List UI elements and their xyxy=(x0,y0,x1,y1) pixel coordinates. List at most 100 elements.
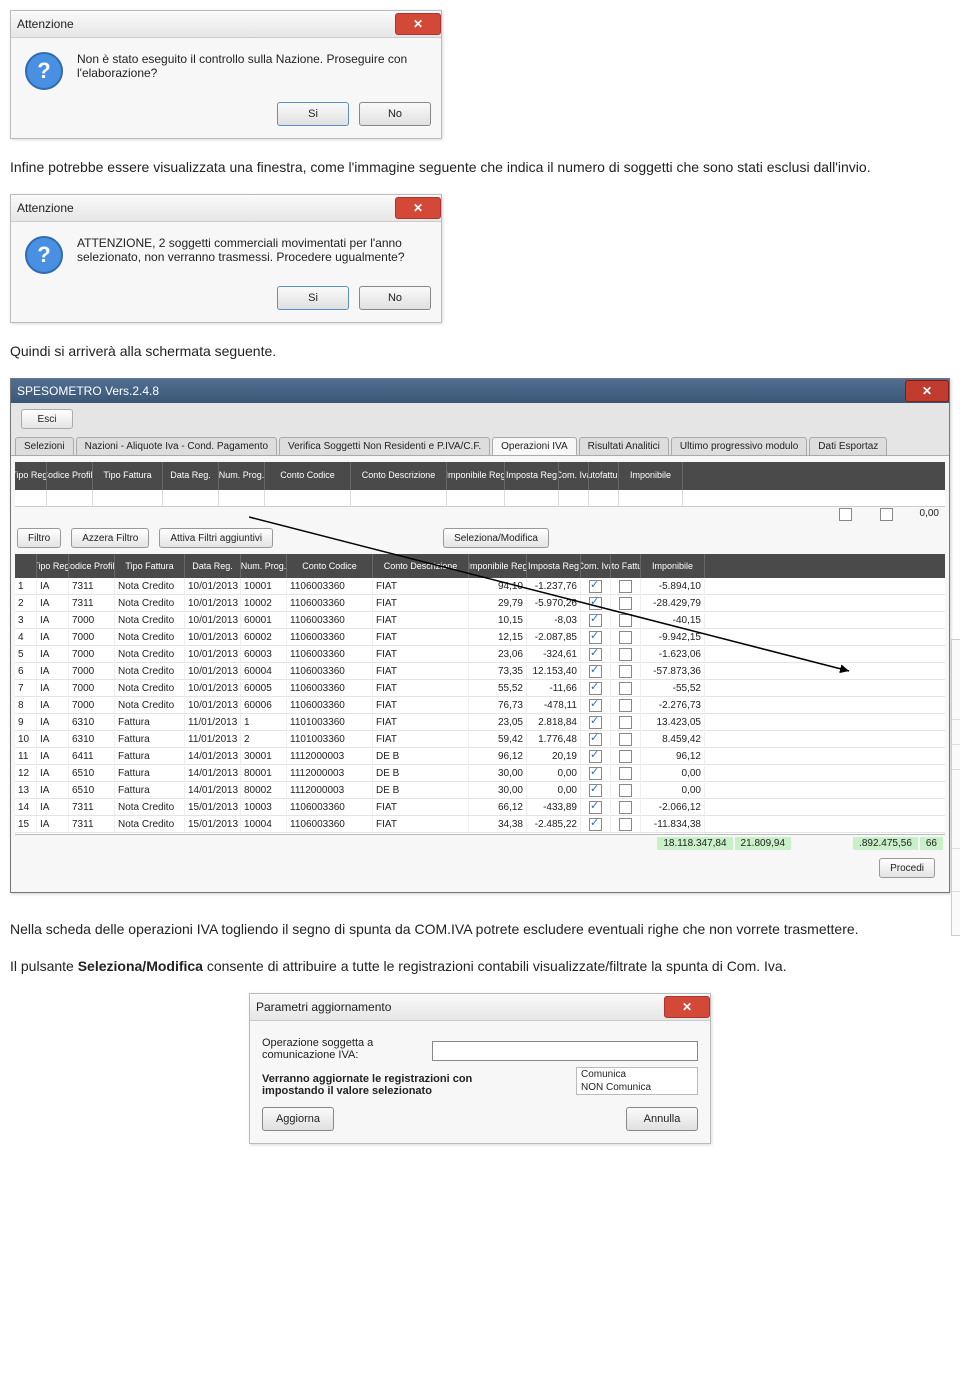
filter-cell[interactable] xyxy=(589,490,619,506)
col-header[interactable]: Conto Codice xyxy=(265,462,351,490)
autofattura-checkbox[interactable] xyxy=(619,597,632,610)
col-header[interactable]: Imponibile Reg xyxy=(469,554,527,578)
close-icon[interactable]: ✕ xyxy=(395,13,441,35)
table-row[interactable]: 2IA7311Nota Credito10/01/201310002110600… xyxy=(15,595,945,612)
ctx-esporta-in-formato-testo[interactable]: Esporta in Formato Testo xyxy=(952,809,960,827)
autofattura-checkbox[interactable] xyxy=(619,733,632,746)
col-header[interactable]: Tipo Reg. xyxy=(37,554,69,578)
col-header[interactable]: Conto Descrizione xyxy=(373,554,469,578)
col-header[interactable]: Tipo Fattura xyxy=(115,554,185,578)
com-iva-checkbox[interactable] xyxy=(589,682,602,695)
col-header[interactable]: Conto Codice xyxy=(287,554,373,578)
com-iva-checkbox[interactable] xyxy=(589,801,602,814)
filter-cell[interactable] xyxy=(447,490,505,506)
filter-cell[interactable] xyxy=(559,490,589,506)
table-row[interactable]: 10IA6310Fattura11/01/201321101003360FIAT… xyxy=(15,731,945,748)
autofattura-checkbox[interactable] xyxy=(619,801,632,814)
table-row[interactable]: 4IA7000Nota Credito10/01/201360002110600… xyxy=(15,629,945,646)
aggiorna-button[interactable]: Aggiorna xyxy=(262,1107,334,1131)
azzera-filtro-button[interactable]: Azzera Filtro xyxy=(71,528,149,548)
table-row[interactable]: 6IA7000Nota Credito10/01/201360004110600… xyxy=(15,663,945,680)
filter-cell[interactable] xyxy=(265,490,351,506)
table-row[interactable]: 15IA7311Nota Credito15/01/20131000411060… xyxy=(15,816,945,833)
com-iva-checkbox[interactable] xyxy=(589,648,602,661)
col-header[interactable]: Imponibile xyxy=(641,554,705,578)
com-iva-checkbox[interactable] xyxy=(589,784,602,797)
col-header[interactable]: Autofattura xyxy=(589,462,619,490)
com-iva-checkbox[interactable] xyxy=(589,699,602,712)
com-iva-checkbox[interactable] xyxy=(589,750,602,763)
col-header[interactable]: Auto Fattura xyxy=(611,554,641,578)
col-header[interactable]: Com. Iva xyxy=(559,462,589,490)
opt-non-comunica[interactable]: NON Comunica xyxy=(577,1081,697,1094)
com-iva-checkbox[interactable] xyxy=(589,614,602,627)
table-row[interactable]: 14IA7311Nota Credito15/01/20131000311060… xyxy=(15,799,945,816)
ctx-abilita-filtri[interactable]: Abilita Filtri xyxy=(952,748,960,766)
tab-risultati-analitici[interactable]: Risultati Analitici xyxy=(579,437,669,455)
filter-cell[interactable] xyxy=(619,490,683,506)
filter-cell[interactable] xyxy=(163,490,219,506)
table-row[interactable]: 3IA7000Nota Credito10/01/201360001110600… xyxy=(15,612,945,629)
filtro-button[interactable]: Filtro xyxy=(17,528,61,548)
tab-operazioni-iva[interactable]: Operazioni IVA xyxy=(492,437,577,455)
table-row[interactable]: 11IA6411Fattura14/01/2013300011112000003… xyxy=(15,748,945,765)
col-header[interactable]: Num. Prog. xyxy=(219,462,265,490)
col-header[interactable]: Data Reg. xyxy=(163,462,219,490)
tab-ultimo-progressivo-m[interactable]: Ultimo progressivo modulo xyxy=(671,437,807,455)
col-header[interactable]: Imposta Reg xyxy=(527,554,581,578)
opt-comunica[interactable]: Comunica xyxy=(577,1068,697,1081)
com-iva-checkbox[interactable] xyxy=(589,716,602,729)
ctx-stampa[interactable]: Stampa xyxy=(952,852,960,870)
ctx-seleziona-tutto[interactable]: Seleziona Tutto xyxy=(952,723,960,741)
col-header[interactable]: Imposta Reg xyxy=(505,462,559,490)
table-row[interactable]: 7IA7000Nota Credito10/01/201360005110600… xyxy=(15,680,945,697)
com-iva-checkbox[interactable] xyxy=(589,665,602,678)
si-button[interactable]: Si xyxy=(277,102,349,126)
table-row[interactable]: 8IA7000Nota Credito10/01/201360006110600… xyxy=(15,697,945,714)
col-header[interactable] xyxy=(15,554,37,578)
com-iva-checkbox[interactable] xyxy=(589,631,602,644)
autofattura-checkbox[interactable] xyxy=(619,631,632,644)
col-header[interactable]: Codice Profilo xyxy=(69,554,115,578)
close-icon[interactable]: ✕ xyxy=(395,197,441,219)
checkbox-icon[interactable] xyxy=(880,508,893,521)
autofattura-checkbox[interactable] xyxy=(619,580,632,593)
col-header[interactable]: Com. Iva xyxy=(581,554,611,578)
attiva-filtri-button[interactable]: Attiva Filtri aggiuntivi xyxy=(159,528,273,548)
col-header[interactable]: Tipo Fattura xyxy=(93,462,163,490)
com-iva-checkbox[interactable] xyxy=(589,733,602,746)
autofattura-checkbox[interactable] xyxy=(619,767,632,780)
ctx-imposta-stampante[interactable]: Imposta Stampante xyxy=(952,870,960,888)
tab-selezioni[interactable]: Selezioni xyxy=(15,437,74,455)
col-header[interactable]: Data Reg. xyxy=(185,554,241,578)
op-soggetta-combo[interactable] xyxy=(432,1041,698,1061)
filter-cell[interactable] xyxy=(47,490,93,506)
close-icon[interactable]: ✕ xyxy=(905,380,949,402)
col-header[interactable]: Imponibile Reg xyxy=(447,462,505,490)
tab-dati-esportaz[interactable]: Dati Esportaz xyxy=(809,437,887,455)
autofattura-checkbox[interactable] xyxy=(619,699,632,712)
ctx-esporta-in-formato-csv[interactable]: Esporta in Formato CSV xyxy=(952,827,960,845)
filter-cell[interactable] xyxy=(15,490,47,506)
autofattura-checkbox[interactable] xyxy=(619,818,632,831)
ctx-incolla[interactable]: Incolla xyxy=(952,680,960,698)
filter-cell[interactable] xyxy=(219,490,265,506)
col-header[interactable]: Codice Profilo xyxy=(47,462,93,490)
col-header[interactable]: Imponibile xyxy=(619,462,683,490)
si-button[interactable]: Si xyxy=(277,286,349,310)
com-iva-checkbox[interactable] xyxy=(589,818,602,831)
table-row[interactable]: 12IA6510Fattura14/01/2013800011112000003… xyxy=(15,765,945,782)
tab-nazioni-aliquote-iva[interactable]: Nazioni - Aliquote Iva - Cond. Pagamento xyxy=(76,437,277,455)
autofattura-checkbox[interactable] xyxy=(619,665,632,678)
table-row[interactable]: 9IA6310Fattura11/01/201311101003360FIAT2… xyxy=(15,714,945,731)
autofattura-checkbox[interactable] xyxy=(619,614,632,627)
combo-open-list[interactable]: Comunica NON Comunica xyxy=(576,1067,698,1095)
com-iva-checkbox[interactable] xyxy=(589,597,602,610)
no-button[interactable]: No xyxy=(359,286,431,310)
autofattura-checkbox[interactable] xyxy=(619,648,632,661)
ctx-esporta-in-formato-msexcel[interactable]: Esporta in Formato MsExcel xyxy=(952,773,960,791)
procedi-button[interactable]: Procedi xyxy=(879,858,935,878)
table-row[interactable]: 13IA6510Fattura14/01/2013800021112000003… xyxy=(15,782,945,799)
esci-button[interactable]: Esci xyxy=(21,409,73,429)
close-icon[interactable]: ✕ xyxy=(664,996,710,1018)
